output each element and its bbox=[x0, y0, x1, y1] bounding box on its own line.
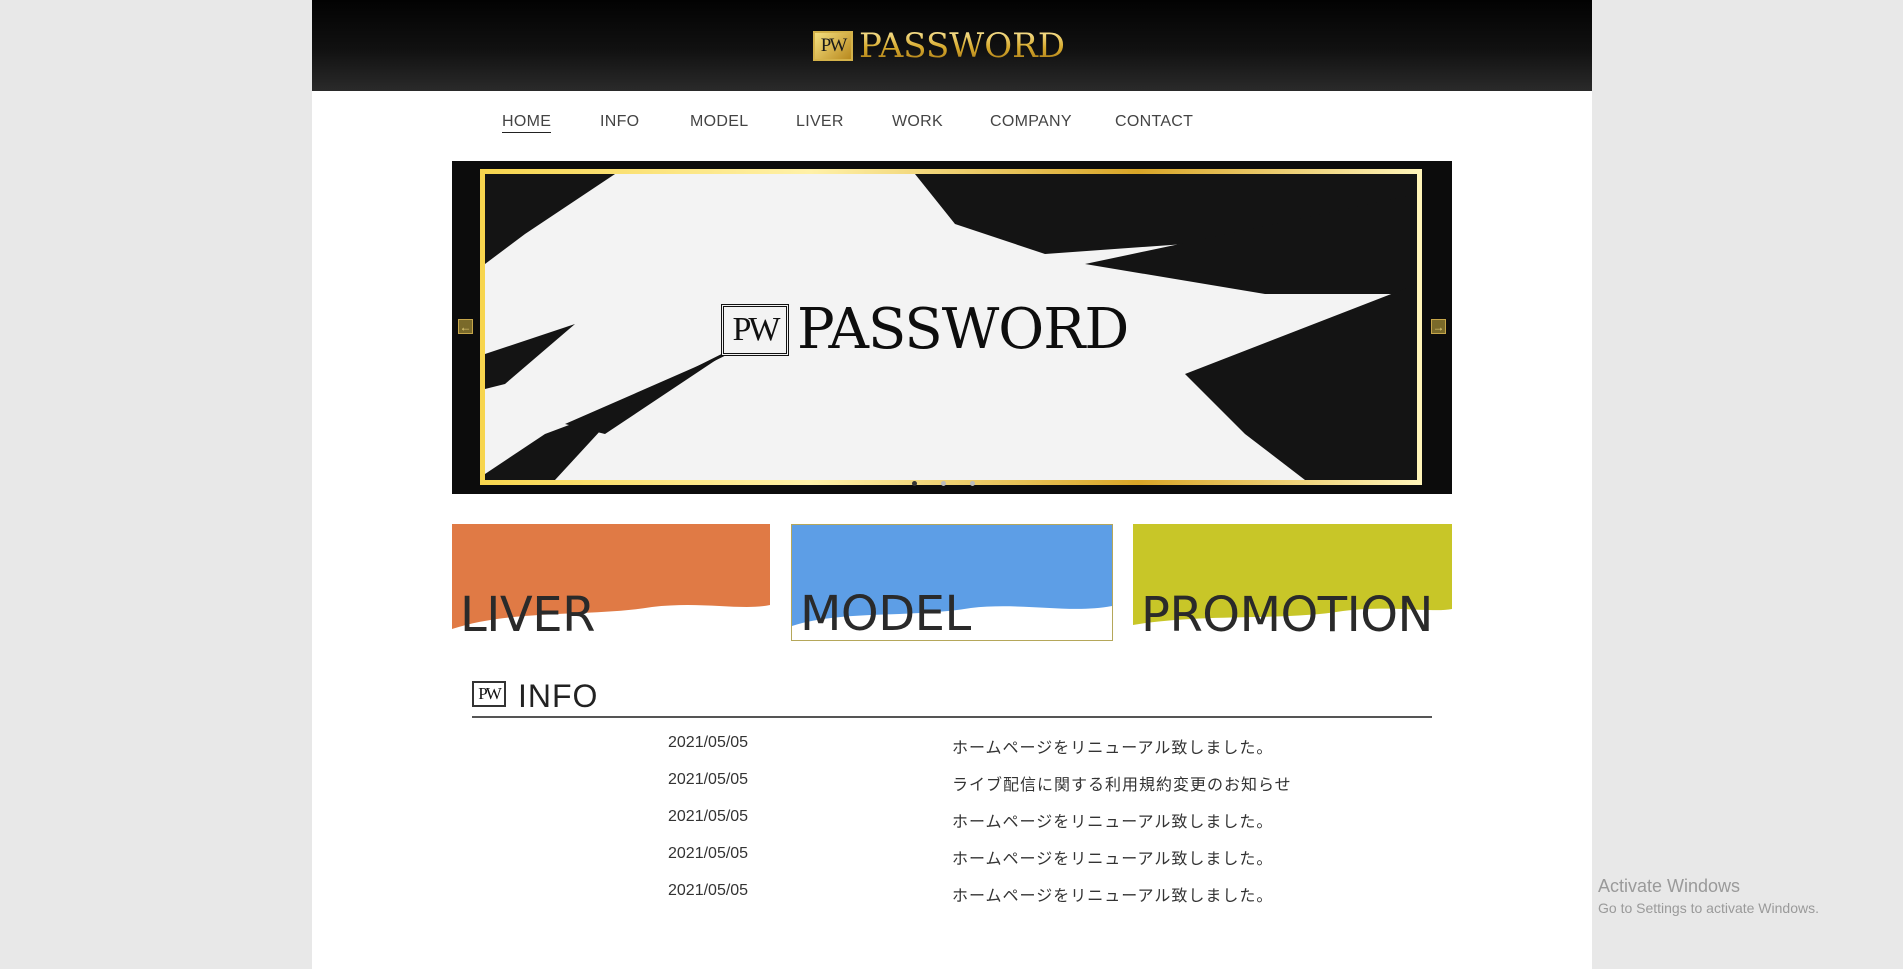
slider-dot[interactable] bbox=[941, 481, 946, 486]
info-item[interactable]: 2021/05/05 ホームページをリニューアル致しました。 bbox=[312, 845, 1592, 869]
slide-logo-text: PASSWORD bbox=[797, 297, 1129, 362]
info-text[interactable]: ホームページをリニューアル致しました。 bbox=[952, 808, 1273, 832]
slide-logo: PW PASSWORD bbox=[721, 297, 1129, 362]
slider-dot[interactable] bbox=[970, 481, 975, 486]
info-text[interactable]: ホームページをリニューアル致しました。 bbox=[952, 734, 1273, 758]
info-item[interactable]: 2021/05/05 ホームページをリニューアル致しました。 bbox=[312, 808, 1592, 832]
info-item[interactable]: 2021/05/05 ホームページをリニューアル致しました。 bbox=[312, 882, 1592, 906]
slider-dots bbox=[912, 481, 975, 489]
info-item[interactable]: 2021/05/05 ライブ配信に関する利用規約変更のお知らせ bbox=[312, 771, 1592, 795]
watermark-title: Activate Windows bbox=[1598, 876, 1741, 896]
info-text[interactable]: ホームページをリニューアル致しました。 bbox=[952, 882, 1273, 906]
page: PW PASSWORD HOME INFO MODEL LIVER WORK C… bbox=[312, 0, 1592, 969]
info-item[interactable]: 2021/05/05 ホームページをリニューアル致しました。 bbox=[312, 734, 1592, 758]
nav-liver[interactable]: LIVER bbox=[796, 113, 844, 131]
category-label: LIVER bbox=[460, 587, 595, 641]
category-label: PROMOTION bbox=[1141, 587, 1433, 641]
hero-slider[interactable]: PW PASSWORD ← → bbox=[452, 161, 1452, 494]
nav-work[interactable]: WORK bbox=[892, 113, 943, 131]
info-date: 2021/05/05 bbox=[668, 882, 749, 899]
info-logo-mark: PW bbox=[472, 681, 506, 707]
info-heading: PW INFO bbox=[472, 678, 1432, 718]
info-date: 2021/05/05 bbox=[668, 734, 749, 751]
main-nav: HOME INFO MODEL LIVER WORK COMPANY CONTA… bbox=[312, 113, 1592, 139]
info-date: 2021/05/05 bbox=[668, 808, 749, 825]
info-date: 2021/05/05 bbox=[668, 845, 749, 862]
watermark-subtitle: Go to Settings to activate Windows. bbox=[1598, 900, 1819, 916]
info-title: INFO bbox=[518, 678, 599, 714]
nav-contact[interactable]: CONTACT bbox=[1115, 113, 1193, 131]
slide-logo-mark: PW bbox=[721, 304, 789, 356]
category-card-model[interactable]: MODEL bbox=[791, 524, 1113, 641]
site-header: PW PASSWORD bbox=[312, 0, 1592, 91]
category-card-promotion[interactable]: PROMOTION bbox=[1133, 524, 1452, 641]
windows-activation-watermark: Activate Windows Go to Settings to activ… bbox=[1598, 876, 1819, 916]
logo-text: PASSWORD bbox=[859, 26, 1065, 66]
category-card-liver[interactable]: LIVER bbox=[452, 524, 770, 641]
arrow-left-icon[interactable]: ← bbox=[458, 319, 473, 334]
nav-home[interactable]: HOME bbox=[502, 113, 552, 133]
arrow-right-icon[interactable]: → bbox=[1431, 319, 1446, 334]
nav-company[interactable]: COMPANY bbox=[990, 113, 1072, 131]
info-text[interactable]: ホームページをリニューアル致しました。 bbox=[952, 845, 1273, 869]
slide: PW PASSWORD bbox=[480, 169, 1422, 485]
nav-info[interactable]: INFO bbox=[600, 113, 639, 131]
divider bbox=[472, 716, 1432, 718]
site-logo[interactable]: PW PASSWORD bbox=[813, 28, 1065, 64]
category-label: MODEL bbox=[800, 586, 971, 641]
slider-dot[interactable] bbox=[912, 481, 917, 486]
info-date: 2021/05/05 bbox=[668, 771, 749, 788]
logo-mark: PW bbox=[813, 31, 853, 61]
nav-model[interactable]: MODEL bbox=[690, 113, 748, 131]
info-text[interactable]: ライブ配信に関する利用規約変更のお知らせ bbox=[952, 771, 1292, 795]
